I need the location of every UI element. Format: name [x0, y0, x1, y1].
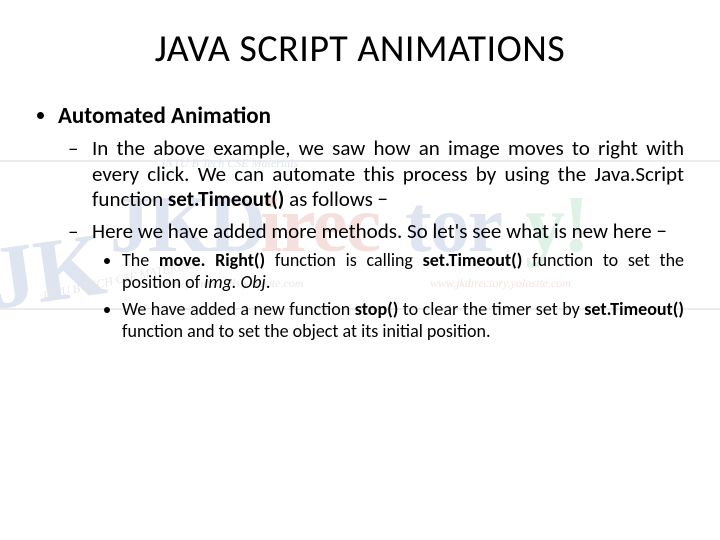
bullet-list-level3: The move. Right() function is calling se… — [92, 250, 684, 343]
paragraph-1: In the above example, we saw how an imag… — [88, 136, 684, 213]
code-settimeout: set.Timeout() — [168, 186, 284, 212]
section-heading: Automated Animation In the above example… — [58, 102, 684, 343]
slide-title: JAVA SCRIPT ANIMATIONS — [36, 26, 684, 72]
code-stop: stop() — [355, 298, 399, 320]
bullet-list-level2: In the above example, we saw how an imag… — [58, 136, 684, 343]
code-settimeout-3: set.Timeout() — [584, 298, 684, 320]
section-heading-text: Automated Animation — [58, 102, 271, 130]
code-imgobj: img. Obj — [204, 271, 266, 293]
slide-content: JAVA SCRIPT ANIMATIONS Automated Animati… — [0, 0, 720, 343]
sub-bullet-2: We have added a new function stop() to c… — [122, 299, 684, 343]
code-settimeout-2: set.Timeout() — [423, 249, 523, 271]
bullet-list-level1: Automated Animation In the above example… — [36, 102, 684, 343]
sub-bullet-1: The move. Right() function is calling se… — [122, 250, 684, 294]
paragraph-2: Here we have added more methods. So let'… — [88, 219, 684, 343]
code-moveright: move. Right() — [159, 249, 265, 271]
